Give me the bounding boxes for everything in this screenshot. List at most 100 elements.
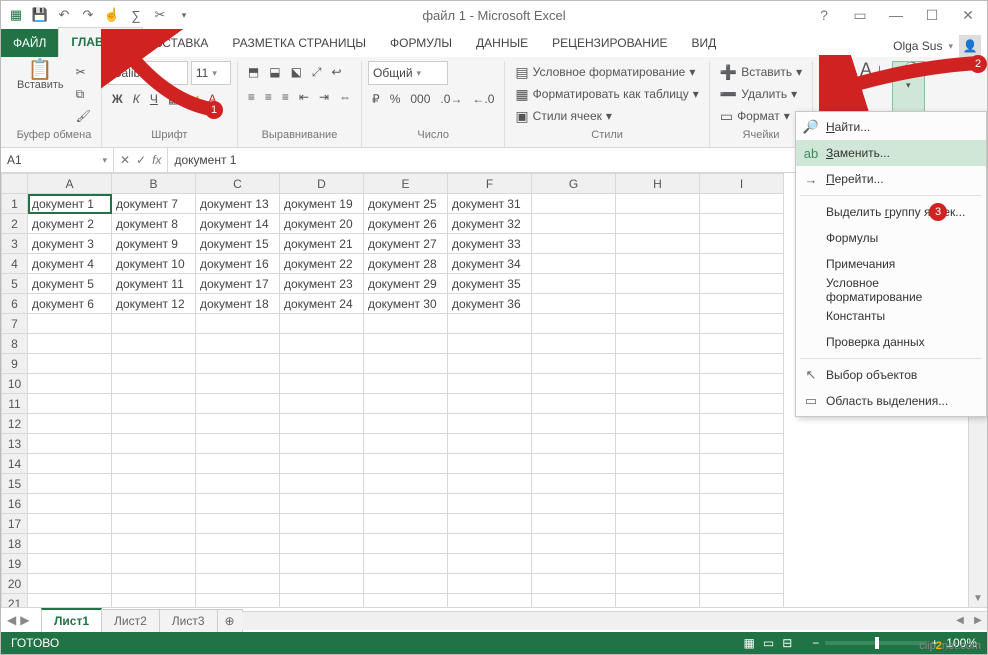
cell[interactable] [700, 234, 784, 254]
cell[interactable] [364, 354, 448, 374]
cell[interactable] [28, 454, 112, 474]
cell[interactable] [700, 534, 784, 554]
cell[interactable] [616, 394, 700, 414]
cell[interactable] [616, 214, 700, 234]
column-header[interactable]: B [112, 174, 196, 194]
cell[interactable]: документ 30 [364, 294, 448, 314]
cell[interactable] [196, 374, 280, 394]
cell[interactable]: документ 18 [196, 294, 280, 314]
cell[interactable] [532, 214, 616, 234]
accept-formula-icon[interactable]: ✓ [136, 153, 146, 167]
name-box[interactable]: A1▾ [1, 148, 114, 172]
cut-button[interactable]: ✂ [72, 61, 95, 83]
cell[interactable] [364, 434, 448, 454]
menu-select-objects[interactable]: ↖Выбор объектов [796, 362, 986, 388]
merge-button[interactable]: ⇔ [335, 86, 355, 108]
cell[interactable]: документ 23 [280, 274, 364, 294]
sheet-tab[interactable]: Лист3 [159, 609, 218, 632]
font-size-select[interactable]: 11▾ [191, 61, 231, 85]
indent-inc-button[interactable]: ⇥ [315, 86, 333, 108]
comma-button[interactable]: 000 [406, 88, 434, 110]
cell[interactable] [196, 514, 280, 534]
cell[interactable] [532, 374, 616, 394]
scroll-left-icon[interactable]: ◀ [951, 615, 969, 626]
cond-format-button[interactable]: ▤Условное форматирование▾ [511, 61, 702, 83]
row-header[interactable]: 12 [2, 414, 28, 434]
column-header[interactable]: D [280, 174, 364, 194]
menu-select-group[interactable]: Выделить группу ячеек... [796, 199, 986, 225]
qat-more-icon[interactable]: ▾ [173, 4, 195, 26]
row-header[interactable]: 19 [2, 554, 28, 574]
account-label[interactable]: Olga Sus▾ 👤 [893, 35, 987, 57]
cell[interactable] [532, 454, 616, 474]
menu-comments[interactable]: Примечания [796, 251, 986, 277]
cell[interactable] [112, 494, 196, 514]
cell[interactable] [280, 574, 364, 594]
cell[interactable] [364, 514, 448, 534]
new-sheet-button[interactable]: ⊕ [217, 609, 243, 632]
cell[interactable] [196, 574, 280, 594]
cell[interactable] [448, 474, 532, 494]
cell[interactable]: документ 24 [280, 294, 364, 314]
cell[interactable]: документ 9 [112, 234, 196, 254]
column-header[interactable]: H [616, 174, 700, 194]
cell[interactable] [196, 534, 280, 554]
redo-icon[interactable]: ↷ [77, 4, 99, 26]
row-header[interactable]: 16 [2, 494, 28, 514]
touch-icon[interactable]: ☝ [101, 4, 123, 26]
maximize-icon[interactable]: ☐ [917, 4, 947, 26]
cell[interactable] [448, 374, 532, 394]
cell[interactable] [364, 554, 448, 574]
cell[interactable] [196, 554, 280, 574]
cell[interactable] [700, 454, 784, 474]
cell[interactable] [448, 394, 532, 414]
cell[interactable] [700, 434, 784, 454]
cell[interactable]: документ 19 [280, 194, 364, 214]
cell[interactable] [112, 374, 196, 394]
align-top-button[interactable]: ⬒ [244, 61, 263, 83]
cell[interactable] [700, 574, 784, 594]
cell[interactable] [196, 314, 280, 334]
cell[interactable] [448, 514, 532, 534]
row-header[interactable]: 21 [2, 594, 28, 608]
cell[interactable] [700, 514, 784, 534]
align-left-button[interactable]: ≡ [244, 86, 259, 108]
cell[interactable] [28, 434, 112, 454]
cell[interactable]: документ 29 [364, 274, 448, 294]
italic-button[interactable]: К [129, 88, 144, 110]
fill-button[interactable]: ▼▾ [819, 83, 849, 105]
cell[interactable] [28, 494, 112, 514]
cell[interactable] [112, 354, 196, 374]
cell[interactable] [700, 554, 784, 574]
cell[interactable]: документ 6 [28, 294, 112, 314]
cell[interactable]: документ 26 [364, 214, 448, 234]
minimize-icon[interactable]: ― [881, 4, 911, 26]
fill-color-button[interactable]: ◢ [185, 88, 202, 110]
cell[interactable] [700, 314, 784, 334]
cell[interactable] [280, 454, 364, 474]
cell[interactable] [700, 374, 784, 394]
row-header[interactable]: 4 [2, 254, 28, 274]
cell[interactable] [532, 254, 616, 274]
tab-file[interactable]: ФАЙЛ [1, 29, 58, 57]
cell[interactable] [448, 534, 532, 554]
cell[interactable] [364, 394, 448, 414]
cell[interactable] [28, 534, 112, 554]
sheet-nav-next-icon[interactable]: ▶ [20, 613, 29, 627]
cell[interactable] [448, 554, 532, 574]
cell[interactable]: документ 25 [364, 194, 448, 214]
cell[interactable] [700, 414, 784, 434]
cell[interactable] [532, 194, 616, 214]
scroll-right-icon[interactable]: ▶ [969, 615, 987, 626]
cell[interactable] [112, 434, 196, 454]
cell[interactable]: документ 1 [28, 194, 112, 214]
cell[interactable]: документ 21 [280, 234, 364, 254]
cell[interactable] [448, 354, 532, 374]
cell[interactable] [448, 334, 532, 354]
cell[interactable] [532, 494, 616, 514]
cell[interactable]: документ 34 [448, 254, 532, 274]
menu-replace[interactable]: abЗаменить... [796, 140, 986, 166]
cell[interactable] [700, 214, 784, 234]
row-header[interactable]: 3 [2, 234, 28, 254]
formatpainter-button[interactable]: 🖌 [72, 105, 95, 127]
